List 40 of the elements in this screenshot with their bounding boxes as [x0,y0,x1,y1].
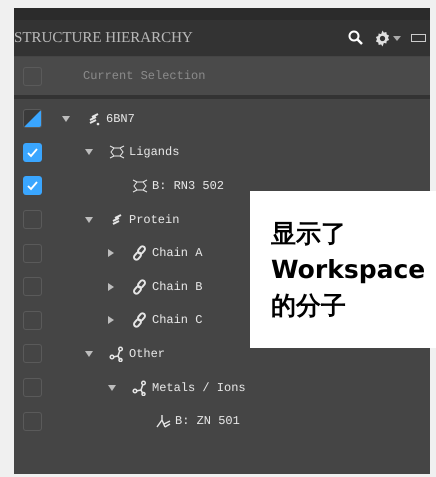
expand-toggle-icon[interactable] [108,282,114,291]
tree-item-label[interactable]: Metals / Ions [152,378,246,397]
tree-item-label[interactable]: Chain B [152,278,202,296]
tree-item-label[interactable]: Ligands [129,143,180,162]
tree-item-label[interactable]: B: RN3 502 [152,176,224,195]
expand-toggle-icon[interactable] [108,249,114,258]
helix-icon [110,212,124,227]
link-icon [132,245,148,262]
check-icon [26,179,39,192]
tree-item-label[interactable]: Protein [129,210,180,229]
callout-text: 显示了 Workspace 的分子 [271,218,426,322]
atom-icon [155,414,171,428]
current-selection-label: Current Selection [83,68,206,85]
checkbox[interactable] [23,109,42,128]
panel-title: STRUCTURE HIERARCHY [14,28,193,48]
settings-icon[interactable] [374,30,391,46]
dropdown-caret-icon[interactable] [393,36,401,40]
expand-toggle-icon[interactable] [108,316,114,324]
tree-item-label[interactable]: B: ZN 501 [175,412,240,430]
tree-item-label[interactable]: 6BN7 [106,110,135,128]
search-icon[interactable] [348,30,364,46]
tree-item-label[interactable]: Other [129,344,166,363]
tree-item-label[interactable]: Chain C [152,311,202,330]
ring-icon [132,178,148,193]
collapse-toggle-icon[interactable] [108,384,116,391]
link-icon [132,312,148,328]
nodes-icon [109,346,125,362]
collapse-toggle-icon[interactable] [85,216,93,223]
tree-item-label[interactable]: Chain A [152,244,202,262]
collapse-toggle-icon[interactable] [62,116,70,122]
helix-icon [87,112,101,126]
checkbox[interactable] [23,142,42,162]
collapse-toggle-icon[interactable] [85,149,93,156]
minimize-icon[interactable] [411,34,426,42]
ring-icon [109,145,125,160]
link-icon [132,278,148,295]
check-icon [26,146,39,159]
collapse-toggle-icon[interactable] [85,350,93,357]
checkbox[interactable] [23,176,42,196]
nodes-icon [132,380,148,396]
